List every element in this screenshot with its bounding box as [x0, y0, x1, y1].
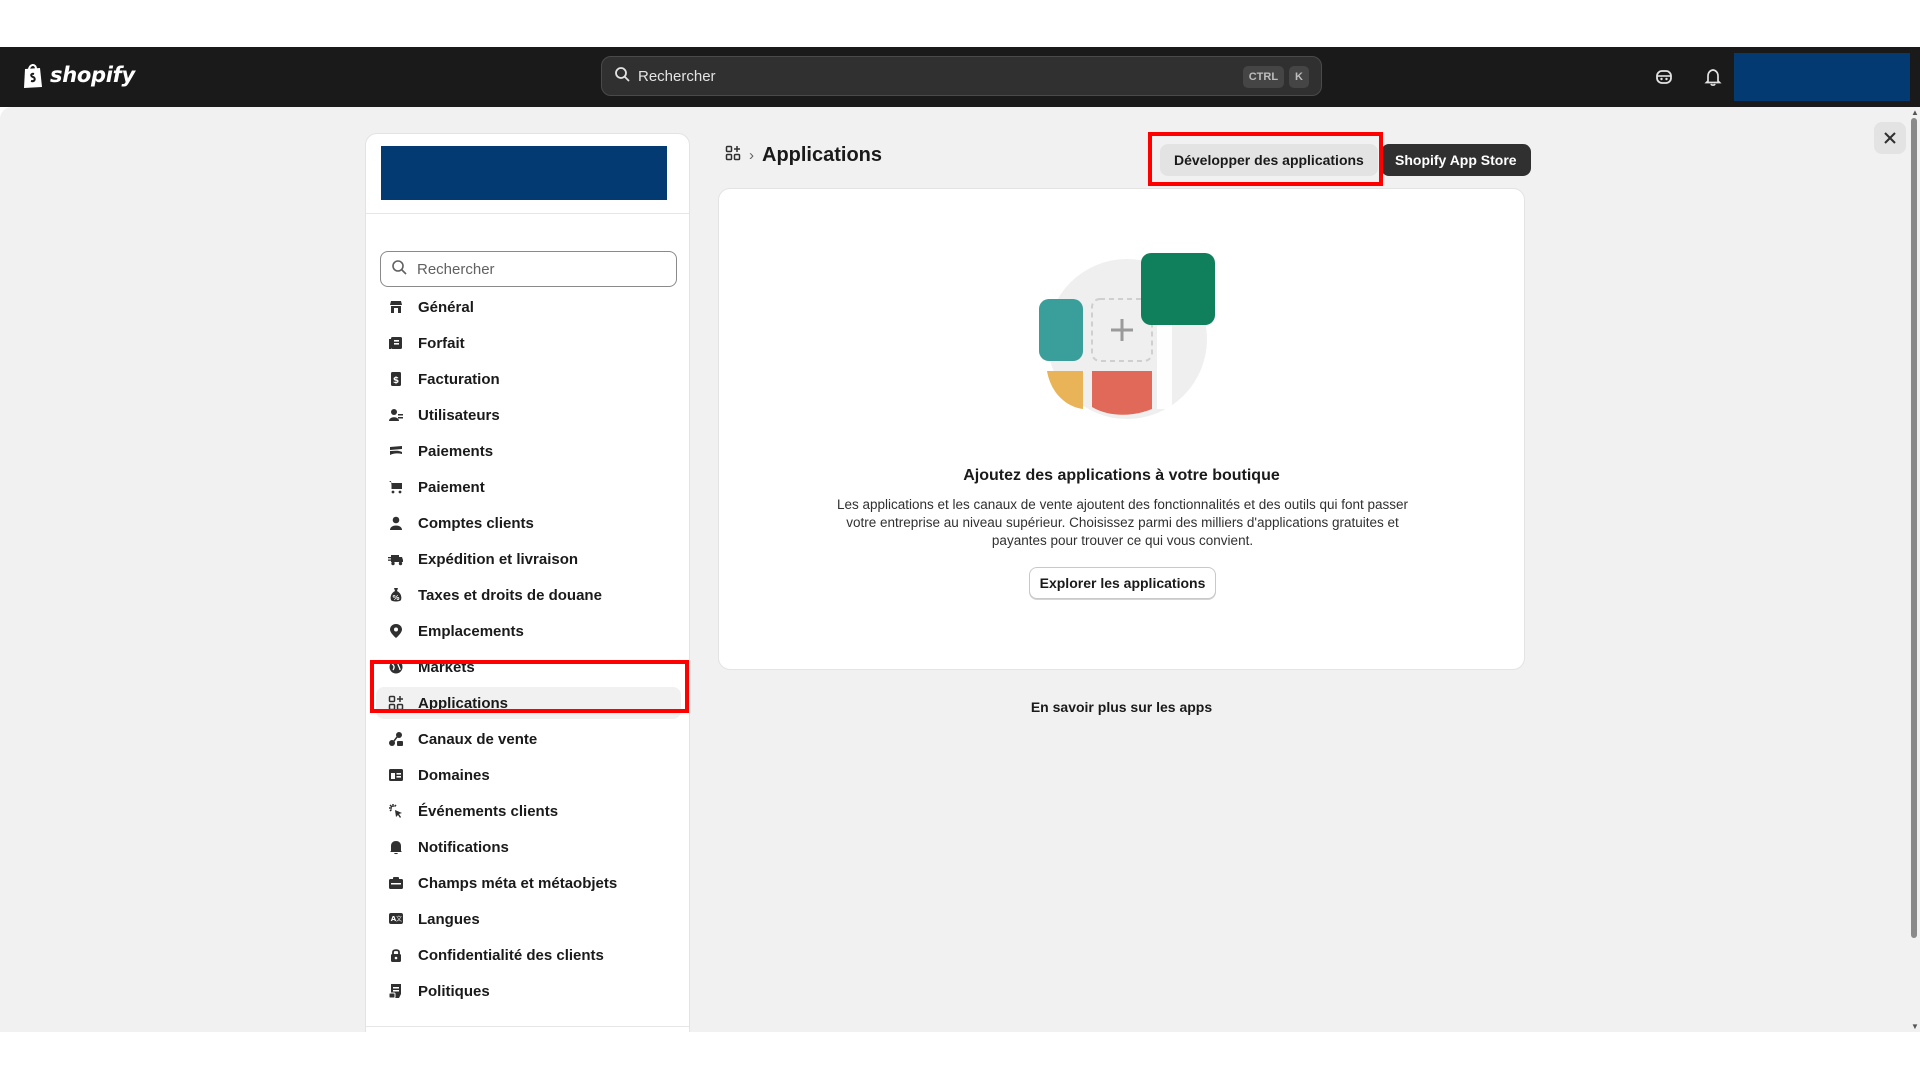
scroll-up-icon[interactable]: ▲ [1911, 108, 1919, 117]
settings-sidebar: Rechercher Général Forfait $ Facturation… [365, 133, 690, 1032]
apps-illustration [1037, 249, 1217, 429]
scroll-down-icon[interactable]: ▼ [1911, 1022, 1919, 1031]
sidebar-item-label: Expédition et livraison [418, 550, 579, 568]
sidebar-item-metafields[interactable]: Champs méta et métaobjets [376, 867, 681, 899]
plan-icon [386, 333, 406, 353]
store-account-redacted[interactable] [1734, 53, 1910, 101]
sidebar-item-label: Notifications [418, 838, 509, 856]
sidebar-item-sales-channels[interactable]: Canaux de vente [376, 723, 681, 755]
policy-icon [386, 981, 406, 1001]
users-icon [386, 405, 406, 425]
sidebar-item-label: Paiements [418, 442, 494, 460]
breadcrumb: › Applications [725, 144, 882, 167]
bell-icon[interactable] [1700, 64, 1726, 90]
sidebar-item-billing[interactable]: $ Facturation [376, 363, 681, 395]
sidebar-item-customer-privacy[interactable]: Confidentialité des clients [376, 939, 681, 971]
explore-apps-button[interactable]: Explorer les applications [1029, 567, 1216, 599]
sidebar-item-shipping[interactable]: Expédition et livraison [376, 543, 681, 575]
divider [366, 213, 689, 214]
search-label: Rechercher [638, 67, 716, 85]
search-icon [391, 259, 407, 280]
sidebar-item-label: Domaines [418, 766, 490, 784]
search-icon [614, 66, 630, 87]
sidebar-item-domains[interactable]: Domaines [376, 759, 681, 791]
metafield-icon [386, 873, 406, 893]
domain-icon [386, 765, 406, 785]
settings-content: Rechercher Général Forfait $ Facturation… [0, 107, 1920, 1032]
sidebar-item-label: Canaux de vente [418, 730, 538, 748]
sidebar-item-label: Langues [418, 910, 480, 928]
brand-name: shopify [50, 63, 135, 87]
add-apps-card: Ajoutez des applications à votre boutiqu… [718, 188, 1525, 670]
sidebar-item-label: Utilisateurs [418, 406, 500, 424]
bell-icon [386, 837, 406, 857]
sidebar-item-label: Taxes et droits de douane [418, 586, 602, 604]
cart-icon [386, 477, 406, 497]
sidebar-item-languages[interactable]: A文 Langues [376, 903, 681, 935]
sidebar-item-label: Général [418, 298, 474, 316]
highlight-develop-apps [1148, 132, 1383, 186]
sidebar-item-label: Champs méta et métaobjets [418, 874, 618, 892]
close-icon [1884, 132, 1896, 144]
store-icon [386, 297, 406, 317]
page-title: Applications [762, 144, 883, 166]
shopify-bag-icon [22, 61, 44, 89]
sidebar-item-taxes[interactable]: % Taxes et droits de douane [376, 579, 681, 611]
sidebar-item-plan[interactable]: Forfait [376, 327, 681, 359]
sidebar-item-label: Événements clients [418, 802, 559, 820]
sidebar-item-label: Facturation [418, 370, 500, 388]
sidebar-item-payments[interactable]: Paiements [376, 435, 681, 467]
sidebar-item-label: Comptes clients [418, 514, 534, 532]
kbd-ctrl: CTRL [1242, 66, 1285, 88]
sidebar-item-customer-accounts[interactable]: Comptes clients [376, 507, 681, 539]
cursor-click-icon [386, 801, 406, 821]
store-name-redacted [381, 146, 667, 200]
learn-more-link[interactable]: En savoir plus sur les apps [718, 699, 1525, 715]
svg-text:%: % [392, 594, 399, 602]
shortcut-hint: CTRL K [1242, 66, 1309, 88]
sidebar-item-label: Paiement [418, 478, 485, 496]
global-search[interactable]: Rechercher CTRL K [601, 56, 1322, 96]
sales-channel-icon [386, 729, 406, 749]
sidekick-icon[interactable] [1651, 64, 1677, 90]
sidebar-search-input[interactable]: Rechercher [380, 251, 677, 287]
sidebar-item-checkout[interactable]: Paiement [376, 471, 681, 503]
billing-icon: $ [386, 369, 406, 389]
sidebar-item-label: Forfait [418, 334, 465, 352]
chevron-right-icon: › [749, 147, 754, 164]
divider [366, 1026, 689, 1027]
sidebar-item-customer-events[interactable]: Événements clients [376, 795, 681, 827]
highlight-applications [370, 660, 689, 713]
close-settings-button[interactable] [1874, 122, 1906, 154]
svg-text:$: $ [393, 376, 399, 386]
card-description: Les applications et les canaux de vente … [836, 497, 1409, 548]
sidebar-item-label: Confidentialité des clients [418, 946, 604, 964]
kbd-k: K [1289, 66, 1309, 88]
sidebar-item-label: Emplacements [418, 622, 524, 640]
sidebar-item-label: Politiques [418, 982, 490, 1000]
language-icon: A文 [386, 909, 406, 929]
top-margin [0, 0, 1920, 47]
truck-icon [386, 549, 406, 569]
shopify-app-store-button[interactable]: Shopify App Store [1381, 144, 1531, 176]
sidebar-item-policies[interactable]: Politiques [376, 975, 681, 1007]
shopify-logo[interactable]: shopify [22, 61, 135, 89]
apps-icon[interactable] [725, 145, 741, 166]
lock-icon [386, 945, 406, 965]
location-icon [386, 621, 406, 641]
svg-text:文: 文 [396, 915, 402, 923]
payments-icon [386, 441, 406, 461]
bottom-margin [0, 1032, 1920, 1080]
sidebar-item-notifications[interactable]: Notifications [376, 831, 681, 863]
top-bar: shopify Rechercher CTRL K [0, 47, 1920, 107]
sidebar-search-placeholder: Rechercher [417, 260, 495, 278]
tax-icon: % [386, 585, 406, 605]
scrollbar-thumb[interactable] [1911, 118, 1917, 938]
sidebar-item-locations[interactable]: Emplacements [376, 615, 681, 647]
sidebar-item-users[interactable]: Utilisateurs [376, 399, 681, 431]
person-icon [386, 513, 406, 533]
sidebar-item-general[interactable]: Général [376, 291, 681, 323]
card-heading: Ajoutez des applications à votre boutiqu… [963, 467, 1280, 484]
